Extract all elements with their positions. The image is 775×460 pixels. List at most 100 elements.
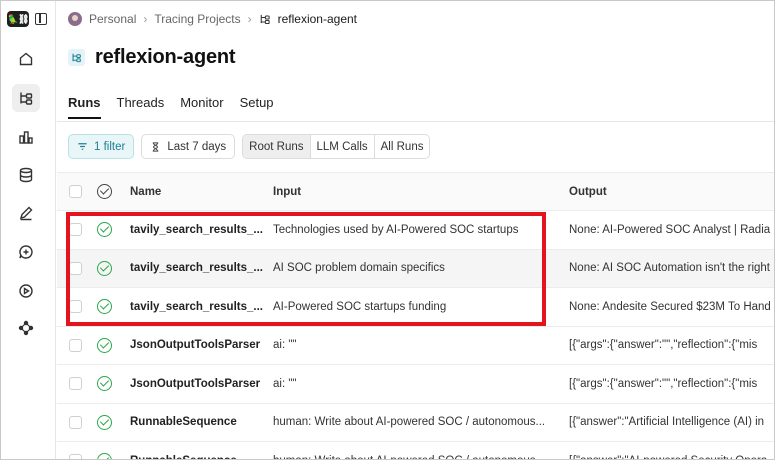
tab-threads[interactable]: Threads: [117, 95, 165, 119]
tab-runs[interactable]: Runs: [68, 95, 101, 119]
hourglass-icon: [153, 141, 159, 152]
bar-chart-icon: [19, 131, 33, 144]
app-window: 🦜⛓ Personal › Tracing Projects › reflexi…: [0, 0, 775, 460]
column-header-input[interactable]: Input: [273, 173, 558, 210]
row-checkbox[interactable]: [69, 377, 82, 391]
column-header-output[interactable]: Output: [569, 173, 774, 210]
graph-nodes-icon: [18, 320, 34, 336]
status-cell: [97, 288, 115, 326]
tab-divider: [57, 121, 774, 122]
run-type-root-runs[interactable]: Root Runs: [243, 135, 311, 158]
select-all-cell: [69, 173, 83, 210]
status-filter-icon[interactable]: [97, 184, 112, 199]
sidebar-item-datasets[interactable]: [12, 161, 40, 189]
row-select-cell: [69, 211, 83, 249]
sidebar-toggle-icon[interactable]: [35, 13, 47, 25]
row-checkbox[interactable]: [69, 415, 82, 429]
success-check-icon: [97, 453, 112, 459]
status-cell: [97, 442, 115, 459]
tab-setup[interactable]: Setup: [240, 95, 274, 119]
run-output: [{"args":{"answer":"","reflection":{"mis: [569, 339, 758, 352]
status-cell: [97, 365, 115, 403]
row-checkbox[interactable]: [69, 338, 82, 352]
run-input: AI SOC problem domain specifics: [273, 262, 445, 275]
run-name: JsonOutputToolsParser: [130, 339, 261, 352]
status-cell: [97, 404, 115, 442]
row-select-cell: [69, 442, 83, 459]
row-checkbox[interactable]: [69, 223, 82, 237]
project-icon: [68, 49, 85, 66]
row-checkbox[interactable]: [69, 454, 82, 459]
sidebar-item-prompts[interactable]: [12, 238, 40, 266]
table-header: Name Input Output: [57, 172, 774, 211]
filter-bar: 1 filter Last 7 days Root Runs LLM Calls…: [68, 134, 431, 159]
play-circle-icon: [19, 284, 33, 298]
table-row[interactable]: RunnableSequence human: Write about AI-p…: [57, 442, 774, 459]
run-output: [{"answer":"Artificial Intelligence (AI)…: [569, 416, 765, 429]
row-select-cell: [69, 365, 83, 403]
time-range-button[interactable]: Last 7 days: [141, 134, 236, 159]
tab-bar: Runs Threads Monitor Setup: [68, 95, 274, 119]
breadcrumb-section[interactable]: Tracing Projects: [154, 12, 240, 26]
table-row[interactable]: tavily_search_results_... AI SOC problem…: [57, 249, 774, 288]
langsmith-logo[interactable]: 🦜⛓: [7, 11, 29, 27]
table-row[interactable]: RunnableSequence human: Write about AI-p…: [57, 404, 774, 442]
run-name: RunnableSequence: [130, 416, 237, 429]
row-select-cell: [69, 288, 83, 326]
row-select-cell: [69, 327, 83, 365]
sidebar-item-deployments[interactable]: [12, 277, 40, 305]
status-cell: [97, 211, 115, 249]
status-column-header: [97, 173, 115, 210]
success-check-icon: [97, 260, 112, 276]
run-type-llm-calls[interactable]: LLM Calls: [311, 135, 375, 158]
filter-icon: [78, 143, 87, 150]
filter-button[interactable]: 1 filter: [68, 134, 135, 159]
breadcrumb-workspace[interactable]: Personal: [89, 12, 136, 26]
run-input: ai: "": [273, 339, 297, 352]
run-type-all-runs[interactable]: All Runs: [375, 135, 430, 158]
chat-plus-icon: [19, 245, 33, 259]
run-name: RunnableSequence: [130, 442, 265, 459]
run-output: [{"answer":"AI-powered Security Opera: [569, 442, 774, 459]
run-name: JsonOutputToolsParser: [130, 377, 261, 390]
breadcrumb-current: reflexion-agent: [277, 12, 358, 26]
chevron-right-icon: ›: [247, 12, 252, 26]
select-all-checkbox[interactable]: [69, 185, 82, 198]
row-checkbox[interactable]: [69, 261, 82, 275]
run-input: human: Write about AI-powered SOC / auto…: [273, 442, 558, 459]
row-select-cell: [69, 404, 83, 442]
run-name: tavily_search_results_...: [130, 300, 263, 313]
breadcrumb: Personal › Tracing Projects › reflexion-…: [68, 12, 357, 26]
page-title: reflexion-agent: [95, 46, 236, 68]
column-header-name[interactable]: Name: [130, 173, 265, 210]
table-row[interactable]: tavily_search_results_... AI-Powered SOC…: [57, 288, 774, 327]
sidebar-item-monitoring[interactable]: [12, 123, 40, 151]
run-type-toggle: Root Runs LLM Calls All Runs: [242, 134, 431, 159]
run-input: Technologies used by AI-Powered SOC star…: [273, 223, 519, 236]
success-check-icon: [97, 337, 112, 353]
sidebar-item-more[interactable]: [12, 314, 40, 342]
sidebar: 🦜⛓: [1, 1, 56, 459]
avatar: [68, 12, 82, 26]
run-output: [{"args":{"answer":"","reflection":{"mis: [569, 377, 758, 390]
row-checkbox[interactable]: [69, 300, 82, 314]
success-check-icon: [97, 299, 112, 315]
sidebar-header: 🦜⛓: [7, 11, 47, 27]
time-range-label: Last 7 days: [167, 140, 227, 153]
pen-icon: [19, 206, 33, 221]
sidebar-item-tracing[interactable]: [12, 84, 40, 112]
run-name: tavily_search_results_...: [130, 262, 263, 275]
success-check-icon: [97, 222, 112, 238]
sidebar-item-annotation[interactable]: [12, 199, 40, 227]
run-output: None: AI-Powered SOC Analyst | Radia: [569, 223, 771, 236]
status-cell: [97, 250, 115, 288]
run-output: None: Andesite Secured $23M To Hand: [569, 300, 771, 313]
tab-monitor[interactable]: Monitor: [180, 95, 223, 119]
table-row[interactable]: tavily_search_results_... Technologies u…: [57, 211, 774, 250]
sidebar-item-home[interactable]: [12, 45, 40, 73]
table-row[interactable]: JsonOutputToolsParser ai: "" [{"args":{"…: [57, 327, 774, 365]
filter-label: 1 filter: [94, 140, 126, 153]
home-icon: [19, 52, 33, 66]
run-input: ai: "": [273, 377, 297, 390]
table-row[interactable]: JsonOutputToolsParser ai: "" [{"args":{"…: [57, 365, 774, 404]
